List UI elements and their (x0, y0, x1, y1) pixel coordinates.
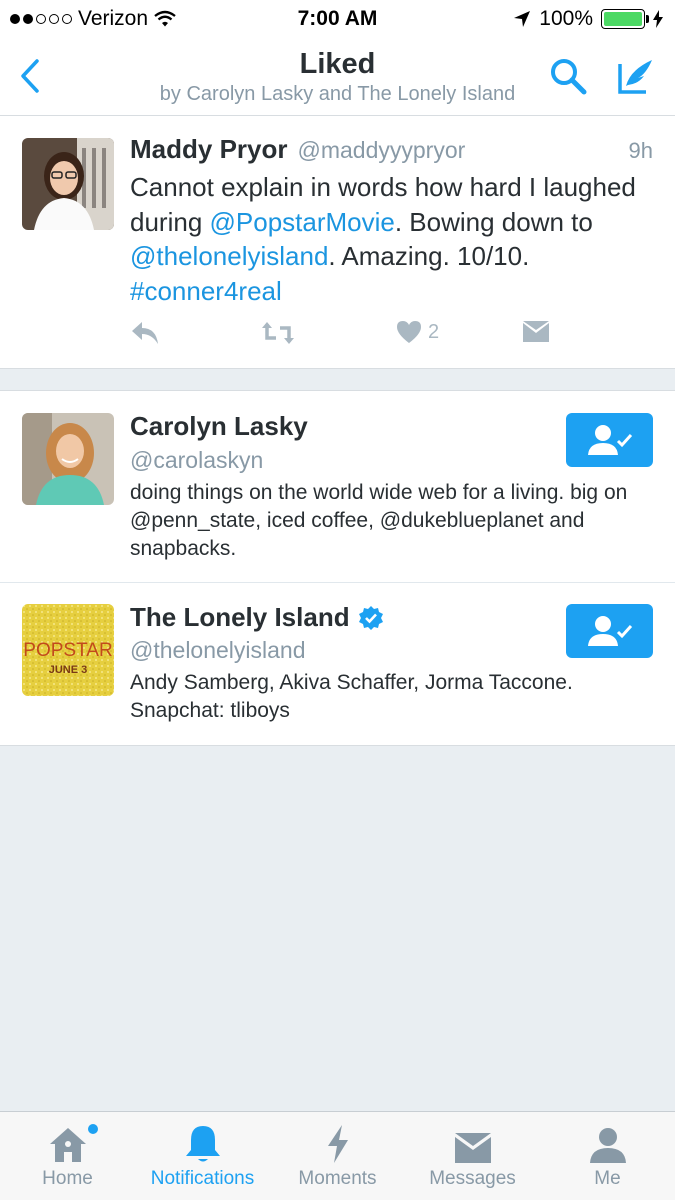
search-button[interactable] (546, 54, 590, 98)
list-item[interactable]: POPSTAR JUNE 3 The Lonely Island @thelon… (0, 583, 675, 746)
avatar[interactable]: POPSTAR JUNE 3 (22, 604, 114, 696)
notification-dot (87, 1124, 98, 1134)
tweet-timestamp: 9h (628, 138, 653, 163)
direct-message-button[interactable] (522, 320, 550, 344)
list-item[interactable]: Carolyn Lasky @carolaskyn doing things o… (0, 391, 675, 582)
following-button[interactable] (566, 604, 653, 658)
user-handle[interactable]: @carolaskyn (130, 447, 263, 474)
bell-icon (185, 1112, 221, 1164)
reply-button[interactable] (130, 320, 160, 346)
home-icon (48, 1112, 98, 1164)
verified-badge-icon (358, 605, 383, 630)
tweet-author-name[interactable]: Maddy Pryor (130, 134, 288, 165)
tab-label: Notifications (150, 1168, 255, 1189)
tab-home[interactable]: Home (0, 1112, 135, 1200)
lightning-icon (326, 1112, 350, 1164)
tab-label: Moments (298, 1168, 377, 1189)
user-name-text: Carolyn Lasky (130, 411, 308, 441)
hashtag-link[interactable]: #conner4real (130, 276, 282, 306)
tweet-text: Cannot explain in words how hard I laugh… (130, 170, 660, 308)
tweet-actions: 2 (130, 320, 560, 356)
mention-link[interactable]: @thelonelyisland (130, 241, 328, 271)
location-arrow-icon (514, 11, 531, 27)
avatar[interactable] (22, 413, 114, 505)
user-name[interactable]: Carolyn Lasky (130, 411, 308, 442)
retweet-button[interactable] (260, 320, 296, 346)
tweet-text-part: . Amazing. 10/10. (328, 241, 530, 271)
battery-icon (601, 9, 649, 29)
compose-tweet-icon (618, 60, 652, 94)
user-name-text: The Lonely Island (130, 602, 350, 632)
tab-label: Messages (429, 1168, 516, 1189)
avatar-text: POPSTAR (23, 640, 112, 661)
like-count: 2 (428, 320, 440, 343)
avatar[interactable] (22, 138, 114, 230)
user-name[interactable]: The Lonely Island (130, 602, 384, 633)
envelope-icon (454, 1112, 492, 1164)
following-check-icon (587, 425, 632, 455)
liked-by-list: Carolyn Lasky @carolaskyn doing things o… (0, 390, 675, 746)
user-bio: doing things on the world wide web for a… (130, 481, 628, 560)
envelope-icon (523, 321, 549, 342)
tweet-text-part: . Bowing down to (394, 206, 593, 237)
user-bio: Andy Samberg, Akiva Schaffer, Jorma Tacc… (130, 671, 573, 722)
following-check-icon (587, 616, 632, 646)
tweet-card[interactable]: Maddy Pryor @maddyyypryor 9h Cannot expl… (0, 116, 675, 369)
compose-button[interactable] (612, 52, 660, 100)
status-bar: Verizon 7:00 AM 100% (0, 0, 675, 38)
retweet-icon (262, 322, 294, 344)
search-icon (551, 59, 587, 95)
tab-notifications[interactable]: Notifications (135, 1112, 270, 1200)
like-button[interactable]: 2 (396, 320, 439, 344)
tab-me[interactable]: Me (540, 1112, 675, 1200)
charging-icon (653, 10, 663, 28)
person-icon (589, 1112, 627, 1164)
tweet-header: Maddy Pryor @maddyyypryor (130, 134, 465, 165)
tab-label: Me (594, 1168, 621, 1189)
tab-bar: Home Notifications Moments Messages Me (0, 1111, 675, 1200)
tab-moments[interactable]: Moments (270, 1112, 405, 1200)
user-handle[interactable]: @thelonelyisland (130, 637, 306, 664)
tab-messages[interactable]: Messages (405, 1112, 540, 1200)
reply-icon (132, 322, 158, 344)
battery-area: 100% (513, 7, 663, 31)
mention-link[interactable]: @PopstarMovie (210, 207, 395, 237)
navigation-bar: Liked by Carolyn Lasky and The Lonely Is… (0, 38, 675, 116)
tab-label: Home (42, 1168, 93, 1189)
tweet-author-handle[interactable]: @maddyyypryor (298, 137, 466, 164)
avatar-text: JUNE 3 (49, 664, 88, 676)
battery-percent: 100% (539, 7, 593, 30)
heart-icon (397, 321, 421, 343)
following-button[interactable] (566, 413, 653, 467)
